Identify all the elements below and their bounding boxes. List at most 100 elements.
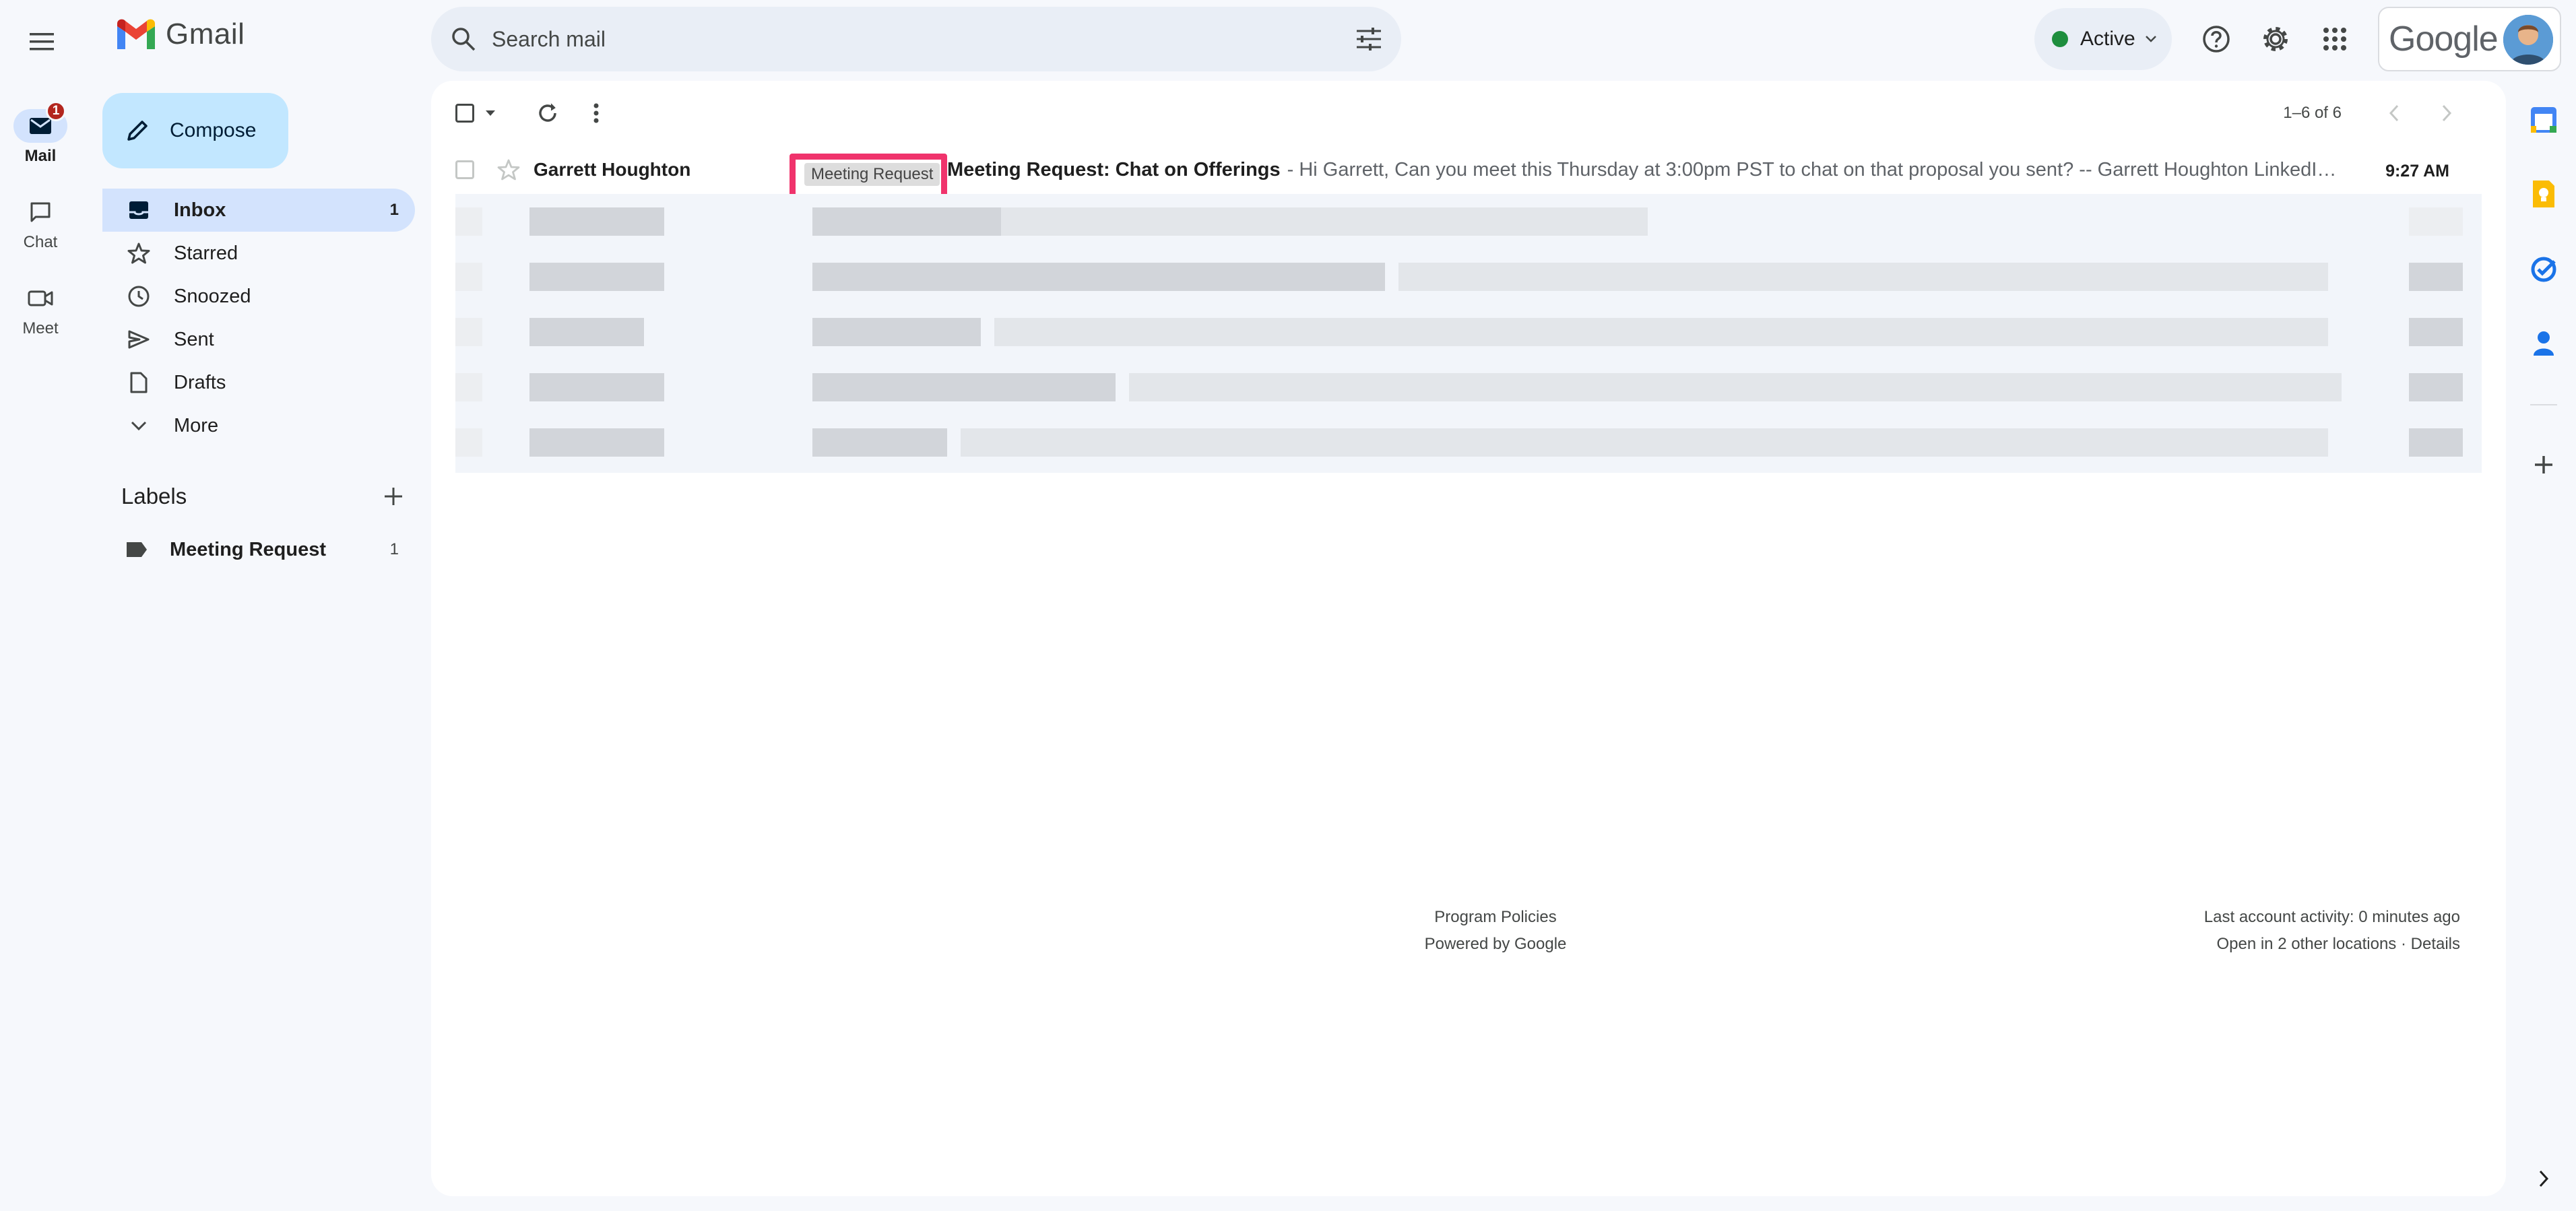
star-icon xyxy=(125,240,152,267)
search-bar xyxy=(431,7,1401,71)
settings-button[interactable] xyxy=(2257,20,2294,58)
plus-icon[interactable] xyxy=(383,486,404,507)
email-subject: Meeting Request: Chat on Offerings xyxy=(947,158,1281,181)
mail-icon xyxy=(30,118,51,134)
help-icon xyxy=(2203,26,2230,53)
nav-item-more[interactable]: More xyxy=(102,404,415,447)
nav-item-label: More xyxy=(174,414,219,436)
mail-badge: 1 xyxy=(46,101,66,121)
keep-app-button[interactable] xyxy=(2527,178,2560,210)
rail-chat-label: Chat xyxy=(23,233,58,251)
older-button[interactable] xyxy=(2441,100,2452,127)
chevron-down-icon xyxy=(125,412,152,439)
compose-button[interactable]: Compose xyxy=(102,93,288,168)
status-selector[interactable]: Active xyxy=(2034,8,2172,70)
rail-meet[interactable]: Meet xyxy=(0,282,81,338)
labels-header: Labels xyxy=(121,484,404,509)
chevron-down-icon xyxy=(2145,36,2156,42)
send-icon xyxy=(125,326,152,353)
apps-grid-icon xyxy=(2323,28,2346,51)
compose-label: Compose xyxy=(170,119,257,141)
email-label-tag[interactable]: Meeting Request xyxy=(804,163,940,186)
chevron-right-icon xyxy=(2442,104,2452,122)
rail-meet-label: Meet xyxy=(22,319,59,337)
label-tag-icon xyxy=(127,542,147,557)
nav-item-snoozed[interactable]: Snoozed xyxy=(102,275,415,318)
calendar-app-button[interactable] xyxy=(2527,104,2560,136)
nav-item-label: Snoozed xyxy=(174,285,251,307)
select-all-checkbox[interactable] xyxy=(455,100,496,127)
email-checkbox[interactable] xyxy=(455,160,474,179)
google-brand-text: Google xyxy=(2389,20,2499,59)
obscured-row[interactable] xyxy=(455,249,2482,304)
label-name: Meeting Request xyxy=(170,538,327,560)
rail-meet-pill xyxy=(13,282,67,315)
rail-chat-pill xyxy=(13,195,67,229)
gmail-logo[interactable]: Gmail xyxy=(115,18,245,51)
side-panel xyxy=(2511,0,2576,1211)
search-icon[interactable] xyxy=(450,26,477,53)
label-item-meeting-request[interactable]: Meeting Request 1 xyxy=(102,529,415,570)
program-policies-link[interactable]: Program Policies xyxy=(1347,904,1644,931)
file-icon xyxy=(125,369,152,396)
obscured-row[interactable] xyxy=(455,194,2482,249)
other-locations-link[interactable]: Open in 2 other locations · Details xyxy=(2204,931,2460,958)
powered-by-text: Powered by Google xyxy=(1424,935,1567,953)
calendar-icon xyxy=(2531,107,2556,133)
main-menu-button[interactable] xyxy=(20,20,63,63)
contacts-app-button[interactable] xyxy=(2527,327,2560,360)
last-activity-text: Last account activity: 0 minutes ago xyxy=(2203,908,2460,926)
google-apps-button[interactable] xyxy=(2316,20,2354,58)
tasks-icon xyxy=(2531,257,2556,282)
side-panel-divider xyxy=(2530,404,2557,405)
search-input[interactable] xyxy=(492,26,1300,52)
star-icon[interactable] xyxy=(497,158,520,181)
get-addons-button[interactable] xyxy=(2527,449,2560,481)
contacts-icon xyxy=(2534,331,2554,356)
search-options-button[interactable] xyxy=(1355,26,1382,53)
email-sender: Garrett Houghton xyxy=(534,159,691,180)
rail-chat[interactable]: Chat xyxy=(0,195,81,252)
gear-icon xyxy=(2263,27,2288,51)
gmail-logo-text: Gmail xyxy=(166,18,245,51)
folder-nav: Inbox 1 Starred Snoozed Sent Drafts More xyxy=(102,189,415,447)
nav-item-drafts[interactable]: Drafts xyxy=(102,361,415,404)
status-label: Active xyxy=(2080,28,2135,50)
nav-item-starred[interactable]: Starred xyxy=(102,232,415,275)
show-side-panel-button[interactable] xyxy=(2527,1163,2560,1195)
left-rail: 1 Mail Chat Meet xyxy=(0,0,86,1211)
rail-mail-pill: 1 xyxy=(13,101,67,143)
chevron-left-icon xyxy=(2389,104,2399,122)
pagination-range: 1–6 of 6 xyxy=(2283,104,2342,122)
label-count: 1 xyxy=(389,540,399,558)
tasks-app-button[interactable] xyxy=(2527,253,2560,286)
rail-mail[interactable]: 1 Mail xyxy=(0,101,81,166)
tune-icon xyxy=(1357,28,1381,51)
email-subject-line[interactable]: Meeting Request: Chat on Offerings - Hi … xyxy=(947,145,2339,194)
obscured-email-rows xyxy=(455,194,2482,473)
footer-links: Program Policies Powered by Google xyxy=(1347,904,1644,958)
rail-mail-label: Mail xyxy=(24,147,57,165)
newer-button[interactable] xyxy=(2389,100,2400,127)
plus-icon xyxy=(2535,456,2552,473)
more-actions-button[interactable] xyxy=(593,100,600,127)
status-dot xyxy=(2052,31,2068,47)
nav-item-label: Inbox xyxy=(174,199,226,221)
obscured-row[interactable] xyxy=(455,415,2482,470)
caret-down-icon xyxy=(486,110,495,116)
nav-item-label: Drafts xyxy=(174,371,226,393)
hamburger-icon xyxy=(30,33,54,51)
inbox-icon xyxy=(125,197,152,224)
email-time: 9:27 AM xyxy=(2385,162,2449,181)
nav-item-inbox[interactable]: Inbox 1 xyxy=(102,189,415,232)
obscured-row[interactable] xyxy=(455,360,2482,415)
chat-icon xyxy=(30,202,51,222)
refresh-button[interactable] xyxy=(536,100,559,127)
chevron-right-icon xyxy=(2539,1170,2549,1187)
obscured-row[interactable] xyxy=(455,304,2482,360)
refresh-icon xyxy=(539,103,556,122)
main-panel: 1–6 of 6 Garrett Houghton Meeting Reques… xyxy=(431,81,2506,1196)
support-button[interactable] xyxy=(2197,20,2235,58)
nav-item-count: 1 xyxy=(389,201,399,219)
nav-item-sent[interactable]: Sent xyxy=(102,318,415,361)
